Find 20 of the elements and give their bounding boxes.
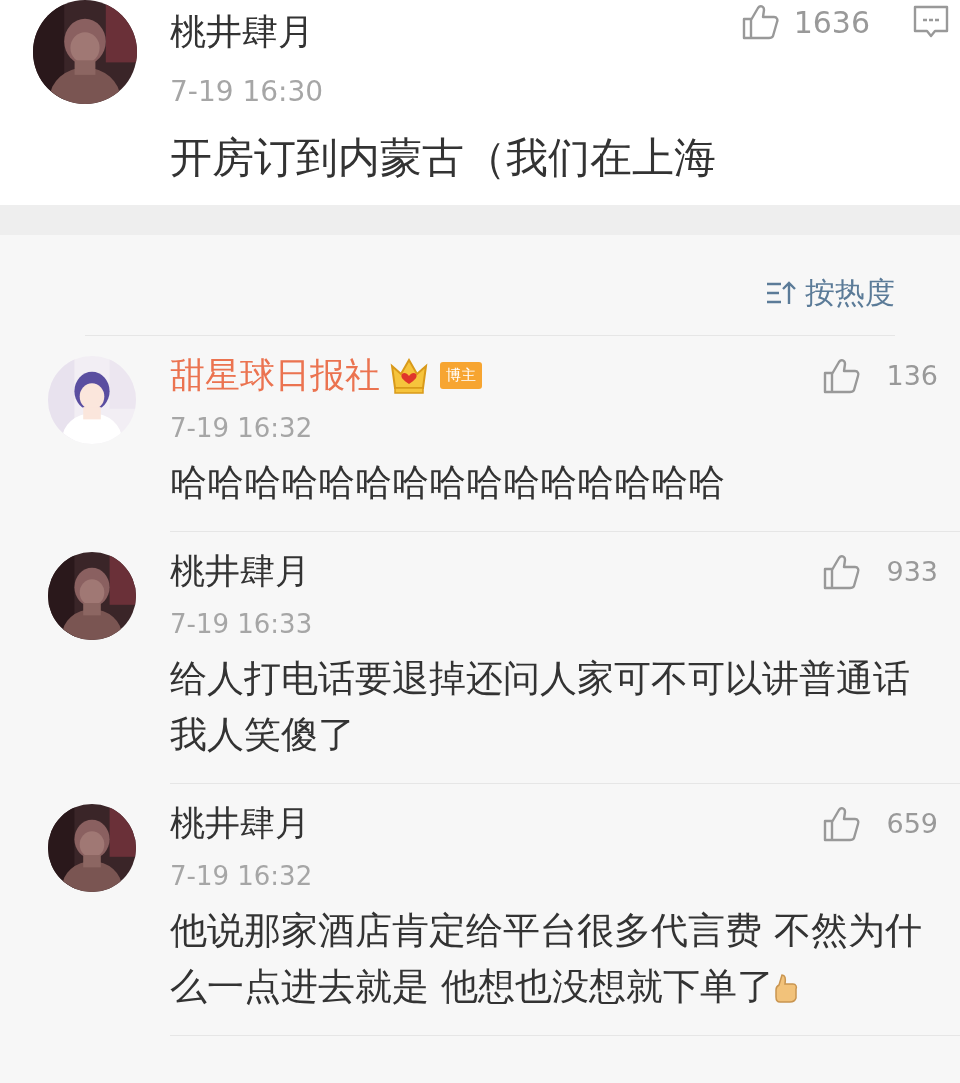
like-count: 1636 [793,4,870,40]
comment-text: 他说那家酒店肯定给平台很多代言费 不然为什么一点进去就是 他想也没想就下单了 [170,908,923,1010]
like-count: 136 [886,360,938,391]
user-name[interactable]: 桃井肆月 [170,548,310,595]
comment-time: 7-19 16:32 [170,861,313,891]
comment-text: 哈哈哈哈哈哈哈哈哈哈哈哈哈哈哈 [170,460,726,506]
thumbs-up-emoji-icon [773,973,798,1003]
like-count: 933 [886,556,938,587]
like-count: 659 [886,808,938,839]
sort-button[interactable]: 按热度 [765,273,895,313]
user-name[interactable]: 桃井肆月 [170,8,314,57]
comment-icon[interactable] [912,4,950,40]
comment-text: 给人打电话要退掉还问人家可不可以讲普通话我人笑傻了 [170,656,911,758]
blogger-badge: 博主 [440,362,482,389]
comment-text: 开房订到内蒙古（我们在上海 [170,132,716,184]
comment-time: 7-19 16:33 [170,609,313,639]
sort-icon [765,280,797,306]
comment-time: 7-19 16:30 [170,75,324,108]
comment-time: 7-19 16:32 [170,413,313,443]
user-name[interactable]: 桃井肆月 [170,800,310,847]
